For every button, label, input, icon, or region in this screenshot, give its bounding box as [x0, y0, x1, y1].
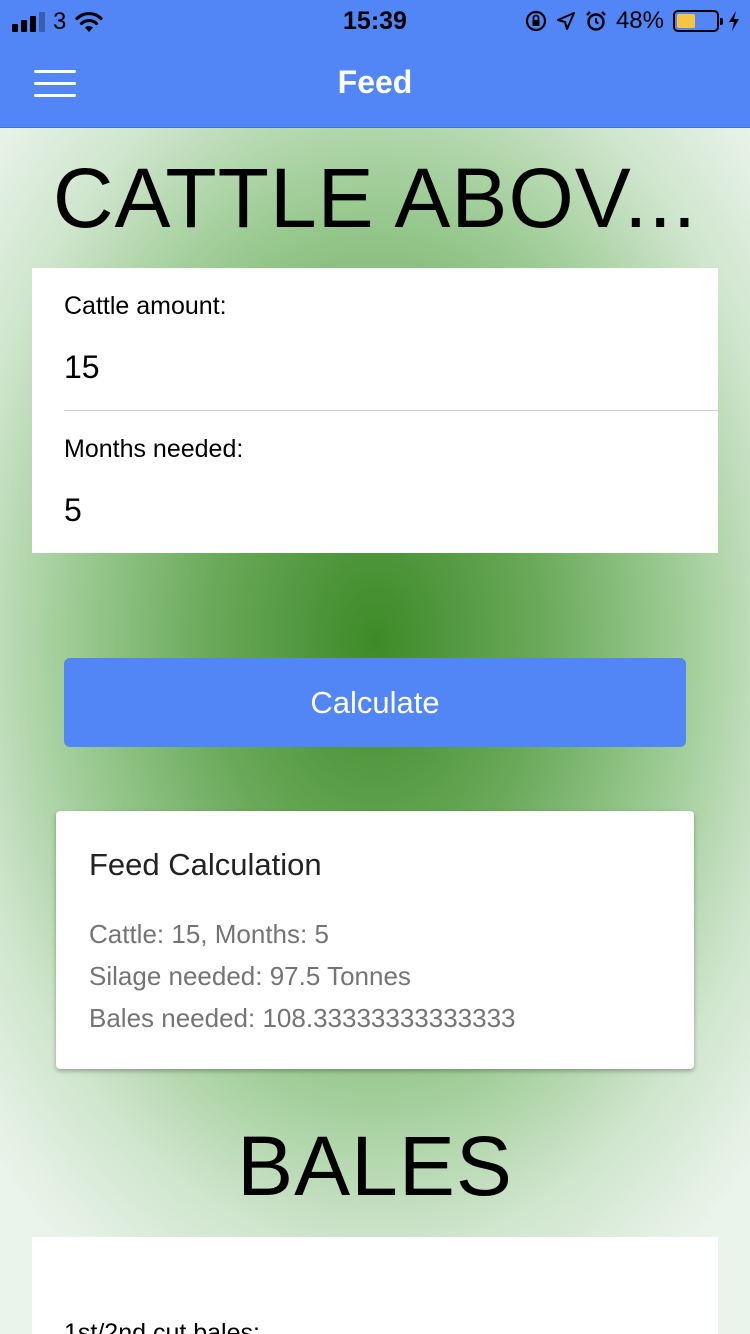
- nav-bar: Feed: [0, 40, 750, 128]
- months-needed-input[interactable]: [64, 490, 718, 530]
- months-needed-field: Months needed:: [64, 435, 718, 530]
- status-bar: 3 15:39 48%: [0, 0, 750, 40]
- calculate-button[interactable]: Calculate: [64, 658, 686, 747]
- orientation-lock-icon: [525, 10, 547, 32]
- bales-section-title: BALES: [237, 1119, 513, 1213]
- cattle-section-title: CATTLE ABOV...: [52, 151, 698, 245]
- result-line-bales: Bales needed: 108.33333333333333: [89, 1003, 516, 1033]
- cattle-amount-input[interactable]: [64, 347, 718, 387]
- cattle-form-card: Cattle amount: Months needed:: [32, 268, 718, 553]
- status-bar-right: 48%: [525, 7, 740, 35]
- charging-bolt-icon: [729, 11, 739, 31]
- result-line-cattle-months: Cattle: 15, Months: 5: [89, 919, 329, 949]
- result-title: Feed Calculation: [89, 847, 322, 882]
- battery-percent: 48%: [615, 7, 664, 34]
- field-divider: [64, 410, 718, 411]
- alarm-clock-icon: [586, 11, 606, 31]
- result-line-silage: Silage needed: 97.5 Tonnes: [89, 961, 411, 991]
- bales-form-card: 1st/2nd cut bales:: [32, 1237, 718, 1334]
- battery-icon: [673, 10, 723, 32]
- battery-level: [677, 14, 696, 28]
- cattle-amount-label: Cattle amount:: [64, 292, 227, 320]
- feed-calculation-card: Feed Calculation Cattle: 15, Months: 5 S…: [56, 811, 694, 1069]
- months-needed-label: Months needed:: [64, 435, 244, 463]
- page-title: Feed: [337, 64, 413, 100]
- bales-cut-label: 1st/2nd cut bales:: [64, 1319, 260, 1334]
- cattle-amount-field: Cattle amount:: [64, 292, 718, 387]
- location-arrow-icon: [556, 12, 575, 30]
